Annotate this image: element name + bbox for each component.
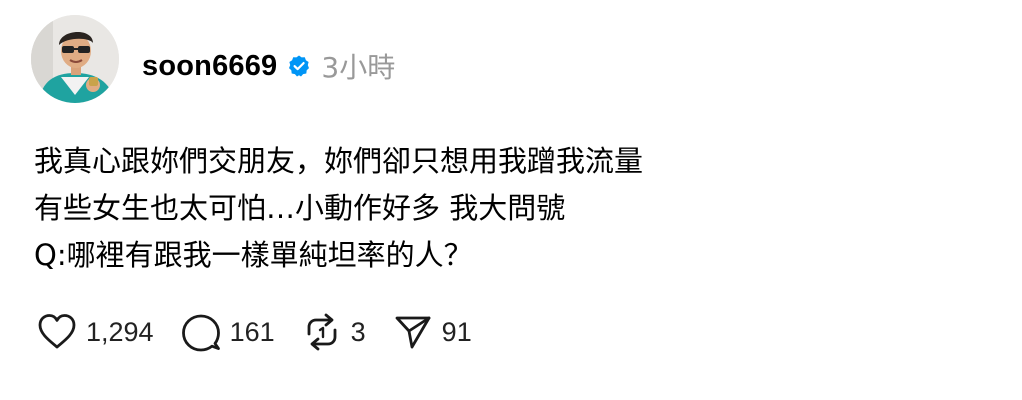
timestamp[interactable]: 3小時 bbox=[321, 46, 395, 86]
username-link[interactable]: soon6669 bbox=[142, 50, 277, 83]
comment-button[interactable]: 161 bbox=[180, 312, 275, 352]
post-actions: 1,294 161 3 91 bbox=[36, 310, 498, 354]
speech-bubble-icon bbox=[181, 314, 220, 352]
post-body: 我真心跟妳們交朋友，妳們卻只想用我蹭我流量 有些女生也太可怕…小動作好多 我大問… bbox=[34, 138, 994, 279]
share-count: 91 bbox=[441, 316, 472, 347]
post-body-line: 有些女生也太可怕…小動作好多 我大問號 bbox=[34, 191, 566, 225]
avatar-photo-icon bbox=[31, 15, 119, 103]
repost-button[interactable]: 3 bbox=[301, 312, 366, 352]
post-card: soon6669 3小時 我真心跟妳們交朋友，妳們卻只想用我蹭我流量 有些女生也… bbox=[0, 0, 1022, 400]
like-count: 1,294 bbox=[86, 316, 154, 347]
share-button[interactable]: 91 bbox=[392, 312, 472, 352]
like-button[interactable]: 1,294 bbox=[36, 312, 154, 352]
comment-count: 161 bbox=[229, 316, 275, 347]
post-body-line: Q:哪裡有跟我一樣單純坦率的人？ bbox=[34, 238, 473, 272]
repost-icon bbox=[307, 313, 337, 351]
post-body-line: 我真心跟妳們交朋友，妳們卻只想用我蹭我流量 bbox=[34, 144, 644, 178]
heart-icon bbox=[38, 314, 76, 349]
send-icon bbox=[395, 316, 431, 349]
post-header: soon6669 3小時 bbox=[142, 44, 395, 88]
verified-badge-icon bbox=[287, 54, 311, 78]
repost-count: 3 bbox=[350, 316, 366, 347]
avatar[interactable] bbox=[31, 15, 119, 103]
